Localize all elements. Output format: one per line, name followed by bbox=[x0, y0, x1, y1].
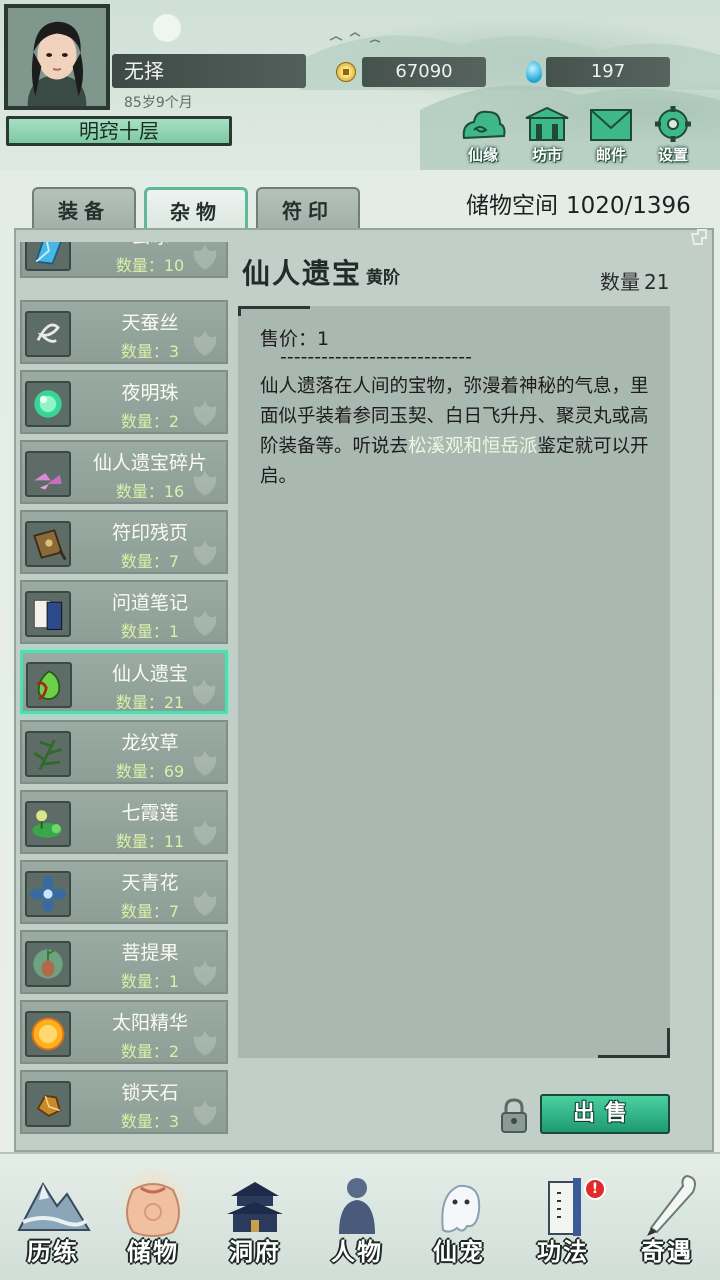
ghost-pet-icon bbox=[441, 1184, 481, 1233]
spirit-gem-icon bbox=[526, 61, 542, 83]
list-item[interactable]: 夜明珠 数量：2 bbox=[20, 370, 228, 434]
bag-icon bbox=[126, 1183, 180, 1237]
list-item[interactable]: 锁天石 数量：3 bbox=[20, 1070, 228, 1134]
item-description: 仙人遗落在人间的宝物，弥漫着神秘的气息，里面似乎装着参同玉契、白日飞升丹、聚灵丸… bbox=[260, 376, 649, 487]
tab-equipment[interactable]: 装备 bbox=[32, 187, 136, 231]
gear-icon bbox=[655, 106, 691, 142]
cloud-icon bbox=[462, 110, 506, 140]
mail-icon bbox=[590, 109, 632, 141]
notebook-icon bbox=[25, 591, 71, 637]
talisman-page-icon bbox=[25, 521, 71, 567]
list-item[interactable]: 太阳精华 数量：2 bbox=[20, 1000, 228, 1064]
player-name: 无择 bbox=[112, 54, 306, 88]
treasure-bag-icon bbox=[26, 662, 72, 708]
fragment-icon bbox=[25, 451, 71, 497]
stone-icon bbox=[25, 1081, 71, 1127]
storage-label: 储物空间 bbox=[466, 193, 558, 219]
list-item[interactable]: 七霞莲 数量：11 bbox=[20, 790, 228, 854]
settings-button[interactable]: 设置 bbox=[644, 104, 702, 164]
herb-icon bbox=[25, 731, 71, 777]
location-link-hengyuepai[interactable]: 恒岳派 bbox=[482, 436, 538, 457]
sell-button[interactable]: 出售 bbox=[540, 1094, 670, 1134]
storage-capacity: 储物空间 1020/1396 bbox=[466, 186, 691, 220]
xianyuan-button[interactable]: 仙缘 bbox=[454, 104, 512, 164]
storage-value: 1020/1396 bbox=[566, 193, 691, 219]
quantity-value: 21 bbox=[644, 270, 670, 294]
list-item-selected[interactable]: 仙人遗宝 数量：21 bbox=[20, 650, 228, 714]
pagoda-icon bbox=[227, 1182, 283, 1232]
nav-cave[interactable]: 洞府 bbox=[206, 1170, 304, 1274]
frame-corner-bottom-right bbox=[598, 1028, 670, 1058]
list-item[interactable]: 菩提果 数量：1 bbox=[20, 930, 228, 994]
quantity-label: 数量 bbox=[600, 270, 640, 294]
list-item[interactable]: 龙纹草 数量：69 bbox=[20, 720, 228, 784]
list-item[interactable]: 天蚕丝 数量：3 bbox=[20, 300, 228, 364]
tab-misc[interactable]: 杂物 bbox=[144, 187, 248, 233]
player-avatar[interactable] bbox=[4, 4, 110, 110]
nav-pet[interactable]: 仙宠 bbox=[410, 1170, 508, 1274]
nav-training[interactable]: 历练 bbox=[4, 1170, 102, 1274]
nav-character[interactable]: 人物 bbox=[308, 1170, 406, 1274]
item-list[interactable]: 玄冰 数量：10 天蚕丝 数量：3 夜明珠 数量：2 仙人遗宝碎片 数量：16 … bbox=[20, 242, 230, 1142]
item-detail-title: 仙人遗宝 黄阶 bbox=[242, 252, 400, 292]
list-item[interactable]: 天青花 数量：7 bbox=[20, 860, 228, 924]
lotus-icon bbox=[25, 801, 71, 847]
item-description-box: 售价：1 ---------------------------- 仙人遗落在人… bbox=[238, 306, 670, 1058]
ice-crystal-icon bbox=[25, 242, 71, 271]
notification-badge: ! bbox=[584, 1178, 606, 1200]
tab-talisman[interactable]: 符印 bbox=[256, 187, 360, 231]
item-grade: 黄阶 bbox=[366, 268, 401, 288]
person-icon bbox=[339, 1178, 375, 1234]
fruit-icon bbox=[25, 941, 71, 987]
list-item[interactable]: 玄冰 数量：10 bbox=[20, 242, 228, 278]
silk-icon bbox=[25, 311, 71, 357]
sun-orb-icon bbox=[25, 1011, 71, 1057]
brush-icon bbox=[647, 1174, 696, 1236]
list-item[interactable]: 问道笔记 数量：1 bbox=[20, 580, 228, 644]
pearl-icon bbox=[25, 381, 71, 427]
mail-button[interactable]: 邮件 bbox=[582, 104, 640, 164]
gem-amount: 197 bbox=[546, 57, 670, 87]
coin-amount: 67090 bbox=[362, 57, 486, 87]
nav-adventure[interactable]: 奇遇 bbox=[618, 1170, 716, 1274]
flower-icon bbox=[25, 871, 71, 917]
lock-icon[interactable] bbox=[498, 1098, 530, 1134]
divider: ---------------------------- bbox=[280, 346, 472, 368]
cultivation-realm: 明窍十层 bbox=[6, 116, 232, 146]
frame-corner-top-left bbox=[238, 306, 310, 316]
market-icon bbox=[525, 106, 569, 141]
list-item[interactable]: 仙人遗宝碎片 数量：16 bbox=[20, 440, 228, 504]
location-link-songxiguan[interactable]: 松溪观和 bbox=[408, 436, 482, 457]
market-button[interactable]: 坊市 bbox=[518, 104, 576, 164]
coin-icon bbox=[336, 62, 356, 82]
player-age: 85岁9个月 bbox=[124, 95, 193, 111]
mountain-icon bbox=[17, 1182, 91, 1231]
nav-storage[interactable]: 储物 bbox=[104, 1168, 202, 1274]
item-quantity: 数量 21 bbox=[600, 266, 669, 295]
item-detail-name: 仙人遗宝 bbox=[242, 257, 363, 290]
corner-ornament-icon bbox=[690, 229, 707, 245]
list-item[interactable]: 符印残页 数量：7 bbox=[20, 510, 228, 574]
